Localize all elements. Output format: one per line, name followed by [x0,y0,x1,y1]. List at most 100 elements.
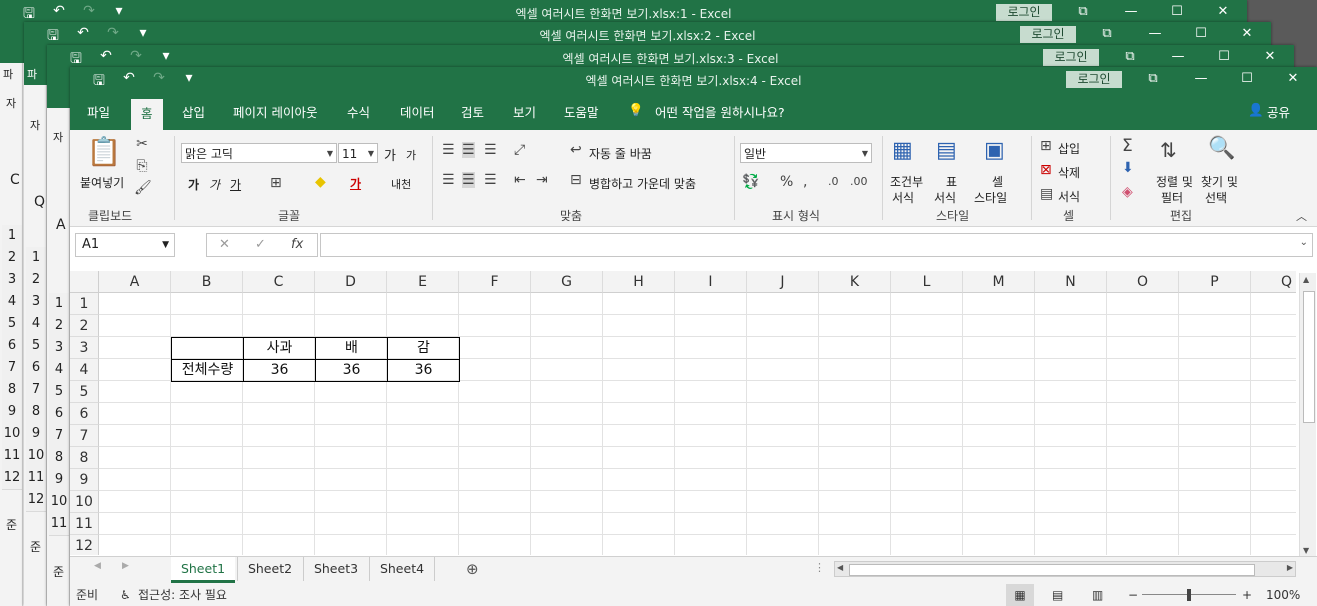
column-header-f[interactable]: F [459,271,531,293]
decrease-font-button[interactable]: 가 [406,147,416,163]
maximize-icon[interactable]: ☐ [1232,69,1262,89]
page-layout-view-icon[interactable]: ▤ [1052,584,1063,606]
tab-help[interactable]: 도움말 [564,102,599,121]
cell-d4[interactable]: 36 [315,359,388,382]
font-name-select[interactable]: 맑은 고딕 ▼ [181,143,337,163]
minimize-icon[interactable]: — [1163,47,1193,67]
clear-icon[interactable]: ◈ [1122,184,1133,200]
merge-center-button[interactable]: 병합하고 가운데 맞춤 [589,175,696,192]
wrap-text-button[interactable]: 자동 줄 바꿈 [589,145,652,162]
paste-icon[interactable]: 📋 [84,135,124,168]
tab-review[interactable]: 검토 [461,102,484,121]
align-right-icon[interactable]: ☰ [484,172,497,188]
conditional-format-line2[interactable]: 서식 [892,189,914,206]
align-bottom-icon[interactable]: ☰ [484,142,497,158]
fill-color-icon[interactable]: ◆ [315,174,326,190]
column-header-g[interactable]: G [531,271,603,293]
find-select-line2[interactable]: 선택 [1205,189,1227,206]
excel-window-4[interactable]: 🖫 ↶ ↷ ▾ 엑셀 여러시트 한화면 보기.xlsx:4 - Excel 로그인 ⧉… [70,67,1317,606]
row-header[interactable]: 7 [70,425,99,447]
ribbon-display-icon[interactable]: ⧉ [1068,2,1098,22]
cell-styles-line2[interactable]: 스타일 [974,189,1007,206]
maximize-icon[interactable]: ☐ [1162,2,1192,22]
column-header-h[interactable]: H [603,271,675,293]
scroll-up-icon[interactable]: ▲ [1303,275,1309,284]
accessibility-status[interactable]: 접근성: 조사 필요 [138,584,227,606]
format-cells-button[interactable]: 서식 [1058,188,1080,205]
cell-e3[interactable]: 감 [387,337,460,360]
ribbon-display-icon[interactable]: ⧉ [1138,69,1168,89]
login-button[interactable]: 로그인 [1020,26,1076,43]
row-header[interactable]: 10 [70,491,99,513]
sheet-tab-2[interactable]: Sheet2 [237,557,302,581]
column-header-q[interactable]: Q [1251,271,1296,293]
login-button[interactable]: 로그인 [1043,49,1099,66]
scroll-down-icon[interactable]: ▼ [1303,546,1309,555]
page-break-view-icon[interactable]: ▥ [1092,584,1103,606]
increase-font-button[interactable]: 가 [384,145,396,164]
comma-style-icon[interactable]: , [803,174,807,190]
ribbon-display-icon[interactable]: ⧉ [1115,47,1145,67]
column-header-j[interactable]: J [747,271,819,293]
tab-insert[interactable]: 삽입 [182,102,205,121]
format-table-line1[interactable]: 표 [946,173,957,190]
column-header-o[interactable]: O [1107,271,1179,293]
conditional-format-line1[interactable]: 조건부 [890,173,923,190]
underline-button[interactable]: 가 [230,176,241,193]
number-format-select[interactable]: 일반 ▼ [740,143,872,163]
zoom-in-icon[interactable]: + [1242,584,1252,606]
scroll-left-icon[interactable]: ◀ [837,563,843,572]
column-header-d[interactable]: D [315,271,387,293]
tell-me-search[interactable]: 어떤 작업을 원하시나요? [655,102,785,121]
sheet-tab-1[interactable]: Sheet1 [171,557,235,583]
find-select-line1[interactable]: 찾기 및 [1201,173,1238,190]
cell-e4[interactable]: 36 [387,359,460,382]
ribbon-tab-file[interactable]: 파 [27,66,37,82]
split-handle-icon[interactable]: ⋮ [814,561,825,574]
column-header-a[interactable]: A [99,271,171,293]
cut-icon[interactable]: ✂ [134,136,150,152]
conditional-format-icon[interactable]: ▦ [892,138,913,163]
close-icon[interactable]: ✕ [1255,47,1285,67]
sheet-tab-4[interactable]: Sheet4 [369,557,435,581]
row-header[interactable]: 8 [70,447,99,469]
orientation-icon[interactable]: ⤢ [514,142,525,158]
cell-c4[interactable]: 36 [243,359,316,382]
font-color-button[interactable]: 가 [350,175,361,192]
row-header[interactable]: 11 [70,513,99,535]
bold-button[interactable]: 가 [188,176,199,193]
name-box[interactable]: A1 ▼ [75,233,175,257]
sheet-next-icon[interactable]: ▶ [122,561,129,571]
format-table-line2[interactable]: 서식 [934,189,956,206]
find-select-icon[interactable]: 🔍 [1208,136,1235,161]
insert-cells-button[interactable]: 삽입 [1058,140,1080,157]
row-header[interactable]: 1 [70,293,99,315]
close-icon[interactable]: ✕ [1232,24,1262,44]
column-header-p[interactable]: P [1179,271,1251,293]
horizontal-scrollbar[interactable]: ◀ ▶ [834,561,1296,577]
login-button[interactable]: 로그인 [1066,71,1122,88]
tab-data[interactable]: 데이터 [400,102,435,121]
h-scroll-thumb[interactable] [849,564,1255,576]
column-header-l[interactable]: L [891,271,963,293]
formula-input[interactable]: ⌄ [320,233,1313,257]
cancel-icon[interactable]: ✕ [219,237,230,252]
copy-icon[interactable]: ⎘ [134,158,150,174]
row-header[interactable]: 4 [70,359,99,381]
row-header[interactable]: 3 [70,337,99,359]
ribbon-tab-file[interactable]: 파 [3,66,13,82]
minimize-icon[interactable]: — [1140,24,1170,44]
font-size-select[interactable]: 11 ▼ [338,143,378,163]
maximize-icon[interactable]: ☐ [1209,47,1239,67]
tab-page-layout[interactable]: 페이지 레이아웃 [233,102,317,121]
sheet-tab-3[interactable]: Sheet3 [303,557,368,581]
minimize-icon[interactable]: — [1186,69,1216,89]
scroll-right-icon[interactable]: ▶ [1287,563,1293,572]
align-center-icon[interactable]: ☰ [462,172,475,188]
format-table-icon[interactable]: ▤ [936,138,957,163]
delete-cells-button[interactable]: 삭제 [1058,164,1080,181]
column-header-i[interactable]: I [675,271,747,293]
cell-b3[interactable] [171,337,244,360]
cell-b4[interactable]: 전체수량 [171,359,244,382]
fill-icon[interactable]: ⬇ [1122,160,1134,176]
